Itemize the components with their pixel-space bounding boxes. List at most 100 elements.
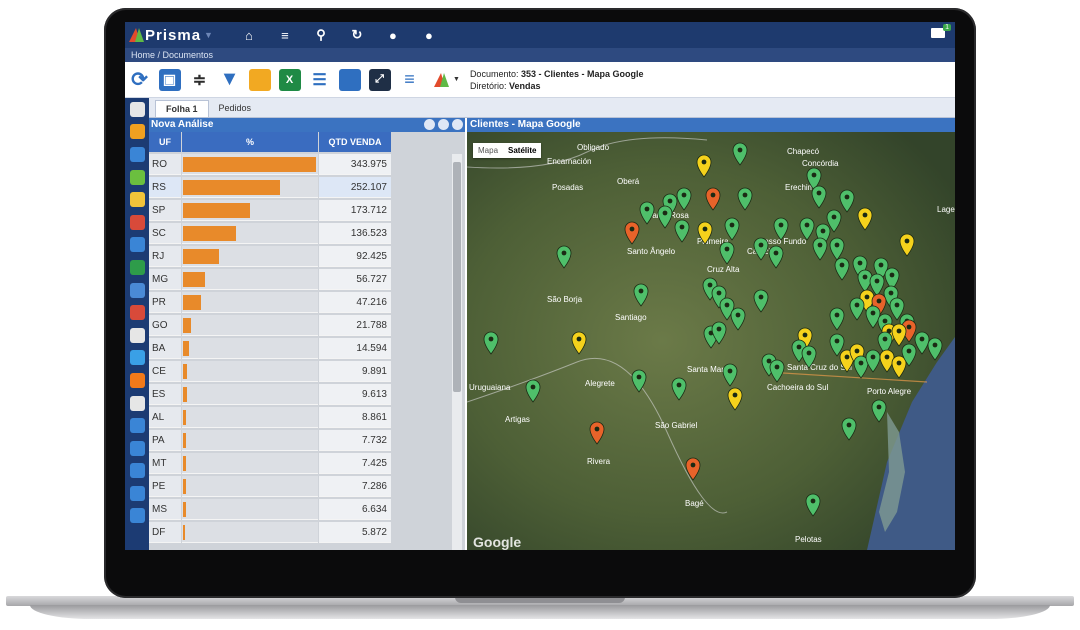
- folder-button[interactable]: [245, 65, 274, 95]
- scrollbar-thumb[interactable]: [453, 162, 461, 392]
- table-row[interactable]: PR 47.216: [149, 292, 465, 313]
- expand-icon: ⤢: [368, 68, 391, 91]
- column-header-uf[interactable]: UF: [149, 132, 181, 152]
- cell-qtd-venda: 21.788: [319, 315, 391, 336]
- layout-button[interactable]: [335, 65, 364, 95]
- cell-uf: MS: [149, 499, 181, 520]
- table-row[interactable]: SP 173.712: [149, 200, 465, 221]
- sidebar-item[interactable]: [125, 460, 149, 483]
- map-place-label: Bagé: [685, 499, 704, 508]
- table-row[interactable]: GO 21.788: [149, 315, 465, 336]
- map-place-label: Uruguaiana: [469, 383, 511, 392]
- document-label: Documento:: [469, 68, 519, 79]
- breadcrumb[interactable]: Home / Documentos: [125, 48, 955, 62]
- table-row[interactable]: BA 14.594: [149, 338, 465, 359]
- sidebar-item[interactable]: [125, 437, 149, 460]
- list-button[interactable]: ☰: [305, 65, 334, 95]
- table-row[interactable]: ES 9.613: [149, 384, 465, 405]
- table-row[interactable]: DF 5.872: [149, 522, 465, 543]
- sidebar-item[interactable]: [125, 188, 149, 211]
- refresh-icon[interactable]: ↻: [339, 22, 375, 48]
- map-place-label: Lages: [937, 205, 955, 214]
- cell-percent: [182, 223, 318, 244]
- sidebar-item[interactable]: [125, 392, 149, 415]
- text-icon: [129, 418, 145, 434]
- sidebar-item[interactable]: [125, 347, 149, 370]
- sidebar-item[interactable]: [125, 505, 149, 528]
- cell-qtd-venda: 7.732: [319, 430, 391, 451]
- sidebar-item[interactable]: [125, 414, 149, 437]
- sidebar-item[interactable]: [125, 211, 149, 234]
- table-row[interactable]: RJ 92.425: [149, 246, 465, 267]
- menu-icon[interactable]: [452, 119, 463, 130]
- lines-button[interactable]: ≡: [395, 65, 424, 95]
- grid-icon[interactable]: [424, 119, 435, 130]
- sidebar-item[interactable]: [125, 98, 149, 121]
- chart-icon[interactable]: [438, 119, 449, 130]
- sidebar-item[interactable]: [125, 234, 149, 257]
- table-row[interactable]: MG 56.727: [149, 269, 465, 290]
- sidebar-item[interactable]: [125, 324, 149, 347]
- app-logo[interactable]: Prisma ▼: [127, 26, 213, 44]
- percent-bar: [183, 456, 186, 471]
- flag-icon: [129, 305, 145, 321]
- cell-percent: [182, 200, 318, 221]
- table-row[interactable]: RS 252.107: [149, 177, 465, 198]
- square-icon: [129, 508, 145, 524]
- refresh-button[interactable]: ⟳: [125, 65, 154, 95]
- chevron-down-icon[interactable]: ▼: [453, 76, 460, 83]
- expand-button[interactable]: ⤢: [365, 65, 394, 95]
- map-place-label: Oberá: [617, 177, 640, 186]
- cell-uf: MG: [149, 269, 181, 290]
- directory-value: Vendas: [508, 80, 541, 91]
- chevron-down-icon[interactable]: ▼: [204, 30, 213, 40]
- percent-bar: [183, 341, 189, 356]
- search-icon[interactable]: ⚲: [303, 22, 339, 48]
- sidebar-item[interactable]: [125, 369, 149, 392]
- cell-uf: DF: [149, 522, 181, 543]
- map-type-satelite[interactable]: Satélite: [503, 143, 541, 158]
- settings-icon: ≑: [192, 71, 207, 89]
- save-button[interactable]: ▣: [155, 65, 184, 95]
- excel-button[interactable]: X: [275, 65, 304, 95]
- sidebar-item[interactable]: [125, 166, 149, 189]
- satellite-map[interactable]: Obligado Encarnación Posadas Oberá Chapecó Co…: [467, 132, 955, 550]
- tab-pedidos[interactable]: Pedidos: [209, 100, 262, 117]
- sidebar-item[interactable]: [125, 256, 149, 279]
- cell-uf: RS: [149, 177, 181, 198]
- map-place-label: Cachoeira do Sul: [767, 383, 829, 392]
- circle-icon[interactable]: ●: [375, 22, 411, 48]
- table-row[interactable]: SC 136.523: [149, 223, 465, 244]
- cell-percent: [182, 246, 318, 267]
- table-row[interactable]: PA 7.732: [149, 430, 465, 451]
- scrollbar[interactable]: [452, 154, 462, 550]
- map-type-mapa[interactable]: Mapa: [473, 143, 503, 158]
- table-row[interactable]: CE 9.891: [149, 361, 465, 382]
- column-header-percent[interactable]: %: [182, 132, 318, 152]
- cell-uf: AL: [149, 407, 181, 428]
- table-row[interactable]: RO 343.975: [149, 154, 465, 175]
- table-row[interactable]: AL 8.861: [149, 407, 465, 428]
- column-header-qtd-venda[interactable]: QTD VENDA: [319, 132, 391, 152]
- settings-button[interactable]: ≑: [185, 65, 214, 95]
- sidebar-item[interactable]: [125, 143, 149, 166]
- sidebar-item[interactable]: [125, 121, 149, 144]
- prisma-menu-button[interactable]: [425, 65, 454, 95]
- cell-uf: CE: [149, 361, 181, 382]
- table-row[interactable]: MT 7.425: [149, 453, 465, 474]
- table-row[interactable]: MS 6.634: [149, 499, 465, 520]
- sidebar-item[interactable]: [125, 301, 149, 324]
- sidebar-item[interactable]: [125, 279, 149, 302]
- home-icon[interactable]: ⌂: [231, 22, 267, 48]
- tab-folha-1[interactable]: Folha 1: [155, 100, 209, 117]
- browser-icon: [129, 372, 145, 388]
- table-icon: [129, 101, 145, 117]
- line-icon: [129, 440, 145, 456]
- sidebar-item[interactable]: [125, 482, 149, 505]
- cell-uf: RJ: [149, 246, 181, 267]
- filter-button[interactable]: ▼: [215, 65, 244, 95]
- prisma-icon: [429, 69, 451, 91]
- table-row[interactable]: PE 7.286: [149, 476, 465, 497]
- menu-icon[interactable]: ≡: [267, 22, 303, 48]
- circle-icon[interactable]: ●: [411, 22, 447, 48]
